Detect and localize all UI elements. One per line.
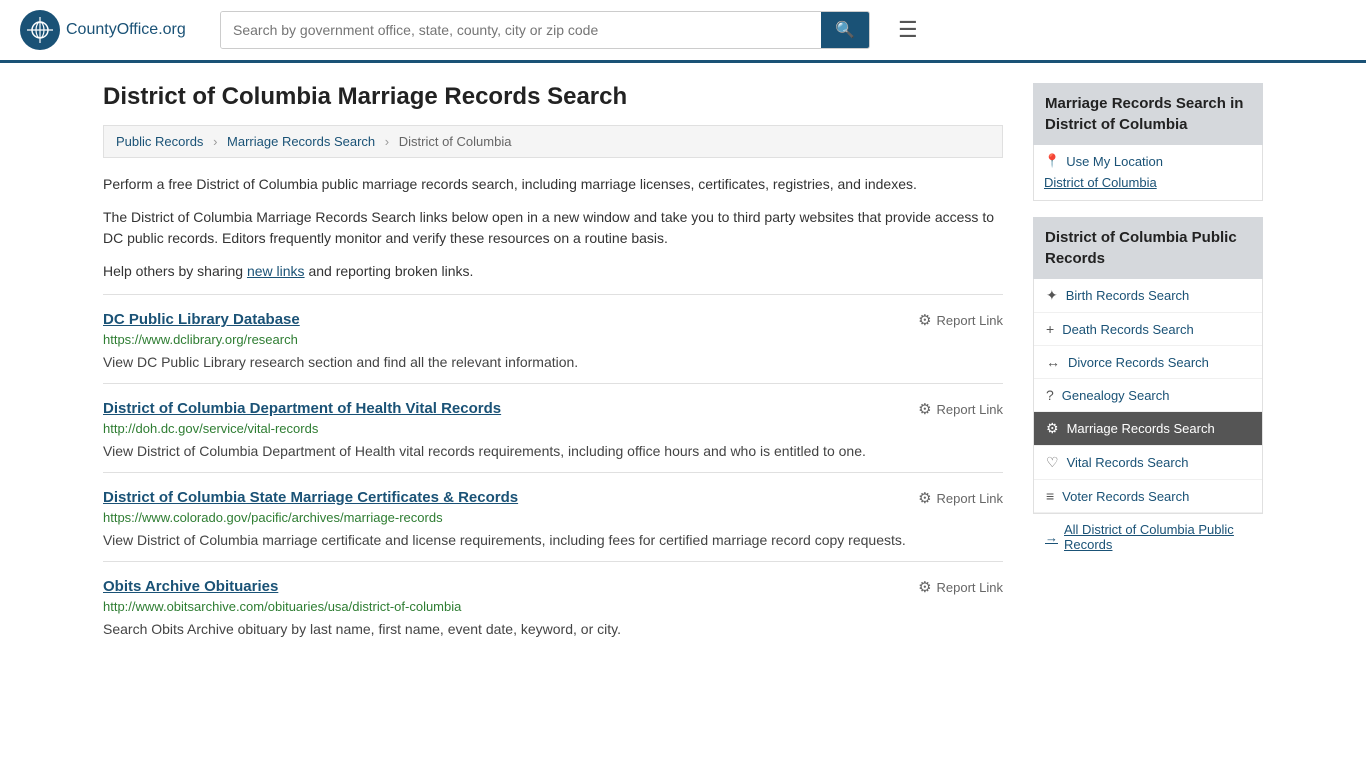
report-label: Report Link — [937, 313, 1003, 328]
location-pin-icon: 📍 — [1044, 153, 1060, 169]
record-item: District of Columbia State Marriage Cert… — [103, 472, 1003, 561]
report-label: Report Link — [937, 491, 1003, 506]
sidebar-link-item[interactable]: ♡ Vital Records Search — [1034, 446, 1262, 480]
breadcrumb-marriage-records[interactable]: Marriage Records Search — [227, 134, 375, 149]
breadcrumb-sep2: › — [385, 134, 389, 149]
link-icon: ? — [1046, 387, 1054, 403]
report-link[interactable]: ⚙ Report Link — [918, 400, 1003, 418]
sidebar-link-item[interactable]: ⚙ Marriage Records Search — [1034, 412, 1262, 446]
link-icon: ≡ — [1046, 488, 1054, 504]
site-header: CountyOffice.org 🔍 ☰ — [0, 0, 1366, 63]
record-url: https://www.colorado.gov/pacific/archive… — [103, 510, 1003, 525]
record-title[interactable]: DC Public Library Database — [103, 311, 300, 328]
record-description: Search Obits Archive obituary by last na… — [103, 619, 1003, 640]
record-url: https://www.dclibrary.org/research — [103, 332, 1003, 347]
sidebar-section2-title: District of Columbia Public Records — [1033, 217, 1263, 279]
sidebar-link-label: Genealogy Search — [1062, 388, 1170, 403]
record-header: DC Public Library Database ⚙ Report Link — [103, 311, 1003, 329]
report-link[interactable]: ⚙ Report Link — [918, 489, 1003, 507]
sidebar-section1-title: Marriage Records Search in District of C… — [1033, 83, 1263, 145]
record-description: View District of Columbia marriage certi… — [103, 530, 1003, 551]
record-title[interactable]: District of Columbia Department of Healt… — [103, 400, 501, 417]
sidebar-link-item[interactable]: ✦ Birth Records Search — [1034, 279, 1262, 313]
sidebar-link-item[interactable]: ↔ Divorce Records Search — [1034, 346, 1262, 379]
report-icon: ⚙ — [918, 400, 931, 418]
report-label: Report Link — [937, 402, 1003, 417]
description-2: The District of Columbia Marriage Record… — [103, 207, 1003, 249]
hamburger-icon: ☰ — [898, 17, 918, 42]
report-link[interactable]: ⚙ Report Link — [918, 578, 1003, 596]
menu-button[interactable]: ☰ — [890, 13, 926, 47]
report-label: Report Link — [937, 580, 1003, 595]
page-title: District of Columbia Marriage Records Se… — [103, 83, 1003, 111]
arrow-right-icon: → — [1045, 530, 1058, 545]
record-item: District of Columbia Department of Healt… — [103, 383, 1003, 472]
records-list: DC Public Library Database ⚙ Report Link… — [103, 294, 1003, 650]
description-3: Help others by sharing new links and rep… — [103, 261, 1003, 282]
sidebar-section-marriage: Marriage Records Search in District of C… — [1033, 83, 1263, 201]
search-bar: 🔍 — [220, 11, 870, 49]
description-1: Perform a free District of Columbia publ… — [103, 174, 1003, 195]
search-icon: 🔍 — [835, 22, 855, 39]
sidebar-link-label: Birth Records Search — [1066, 288, 1190, 303]
main-content: District of Columbia Marriage Records Se… — [103, 83, 1003, 650]
record-url: http://www.obitsarchive.com/obituaries/u… — [103, 599, 1003, 614]
record-description: View District of Columbia Department of … — [103, 441, 1003, 462]
report-icon: ⚙ — [918, 578, 931, 596]
new-links-link[interactable]: new links — [247, 263, 305, 279]
sidebar-link-item[interactable]: + Death Records Search — [1034, 313, 1262, 346]
sidebar-link-label: Vital Records Search — [1067, 455, 1189, 470]
breadcrumb-dc: District of Columbia — [399, 134, 512, 149]
record-item: DC Public Library Database ⚙ Report Link… — [103, 294, 1003, 383]
sidebar-dc-link[interactable]: District of Columbia — [1044, 173, 1252, 192]
record-header: Obits Archive Obituaries ⚙ Report Link — [103, 578, 1003, 596]
link-icon: ✦ — [1046, 287, 1058, 304]
link-icon: ⚙ — [1046, 420, 1059, 437]
record-url: http://doh.dc.gov/service/vital-records — [103, 421, 1003, 436]
report-icon: ⚙ — [918, 489, 931, 507]
sidebar-link-label: Death Records Search — [1062, 322, 1194, 337]
record-header: District of Columbia State Marriage Cert… — [103, 489, 1003, 507]
sidebar-all-records-link[interactable]: → All District of Columbia Public Record… — [1033, 514, 1263, 560]
use-my-location[interactable]: 📍 Use My Location — [1044, 153, 1252, 169]
sidebar-link-label: Marriage Records Search — [1067, 421, 1215, 436]
record-header: District of Columbia Department of Healt… — [103, 400, 1003, 418]
record-title[interactable]: Obits Archive Obituaries — [103, 578, 278, 595]
report-icon: ⚙ — [918, 311, 931, 329]
link-icon: ♡ — [1046, 454, 1059, 471]
logo-icon — [20, 10, 60, 50]
sidebar-links-list: ✦ Birth Records Search + Death Records S… — [1033, 279, 1263, 514]
sidebar-section-public-records: District of Columbia Public Records ✦ Bi… — [1033, 217, 1263, 560]
search-input[interactable] — [221, 12, 821, 48]
breadcrumb-public-records[interactable]: Public Records — [116, 134, 203, 149]
record-description: View DC Public Library research section … — [103, 352, 1003, 373]
breadcrumb-sep1: › — [213, 134, 217, 149]
sidebar-link-item[interactable]: ? Genealogy Search — [1034, 379, 1262, 412]
sidebar-link-label: Voter Records Search — [1062, 489, 1189, 504]
logo-area[interactable]: CountyOffice.org — [20, 10, 200, 50]
page-body: District of Columbia Marriage Records Se… — [83, 63, 1283, 670]
breadcrumb: Public Records › Marriage Records Search… — [103, 125, 1003, 158]
record-item: Obits Archive Obituaries ⚙ Report Link h… — [103, 561, 1003, 650]
record-title[interactable]: District of Columbia State Marriage Cert… — [103, 489, 518, 506]
report-link[interactable]: ⚙ Report Link — [918, 311, 1003, 329]
sidebar-link-item[interactable]: ≡ Voter Records Search — [1034, 480, 1262, 513]
sidebar-location-panel: 📍 Use My Location District of Columbia — [1033, 145, 1263, 201]
search-button[interactable]: 🔍 — [821, 12, 869, 48]
sidebar: Marriage Records Search in District of C… — [1033, 83, 1263, 650]
link-icon: ↔ — [1046, 354, 1060, 370]
sidebar-link-label: Divorce Records Search — [1068, 355, 1209, 370]
logo-text: CountyOffice.org — [66, 21, 186, 39]
link-icon: + — [1046, 321, 1054, 337]
